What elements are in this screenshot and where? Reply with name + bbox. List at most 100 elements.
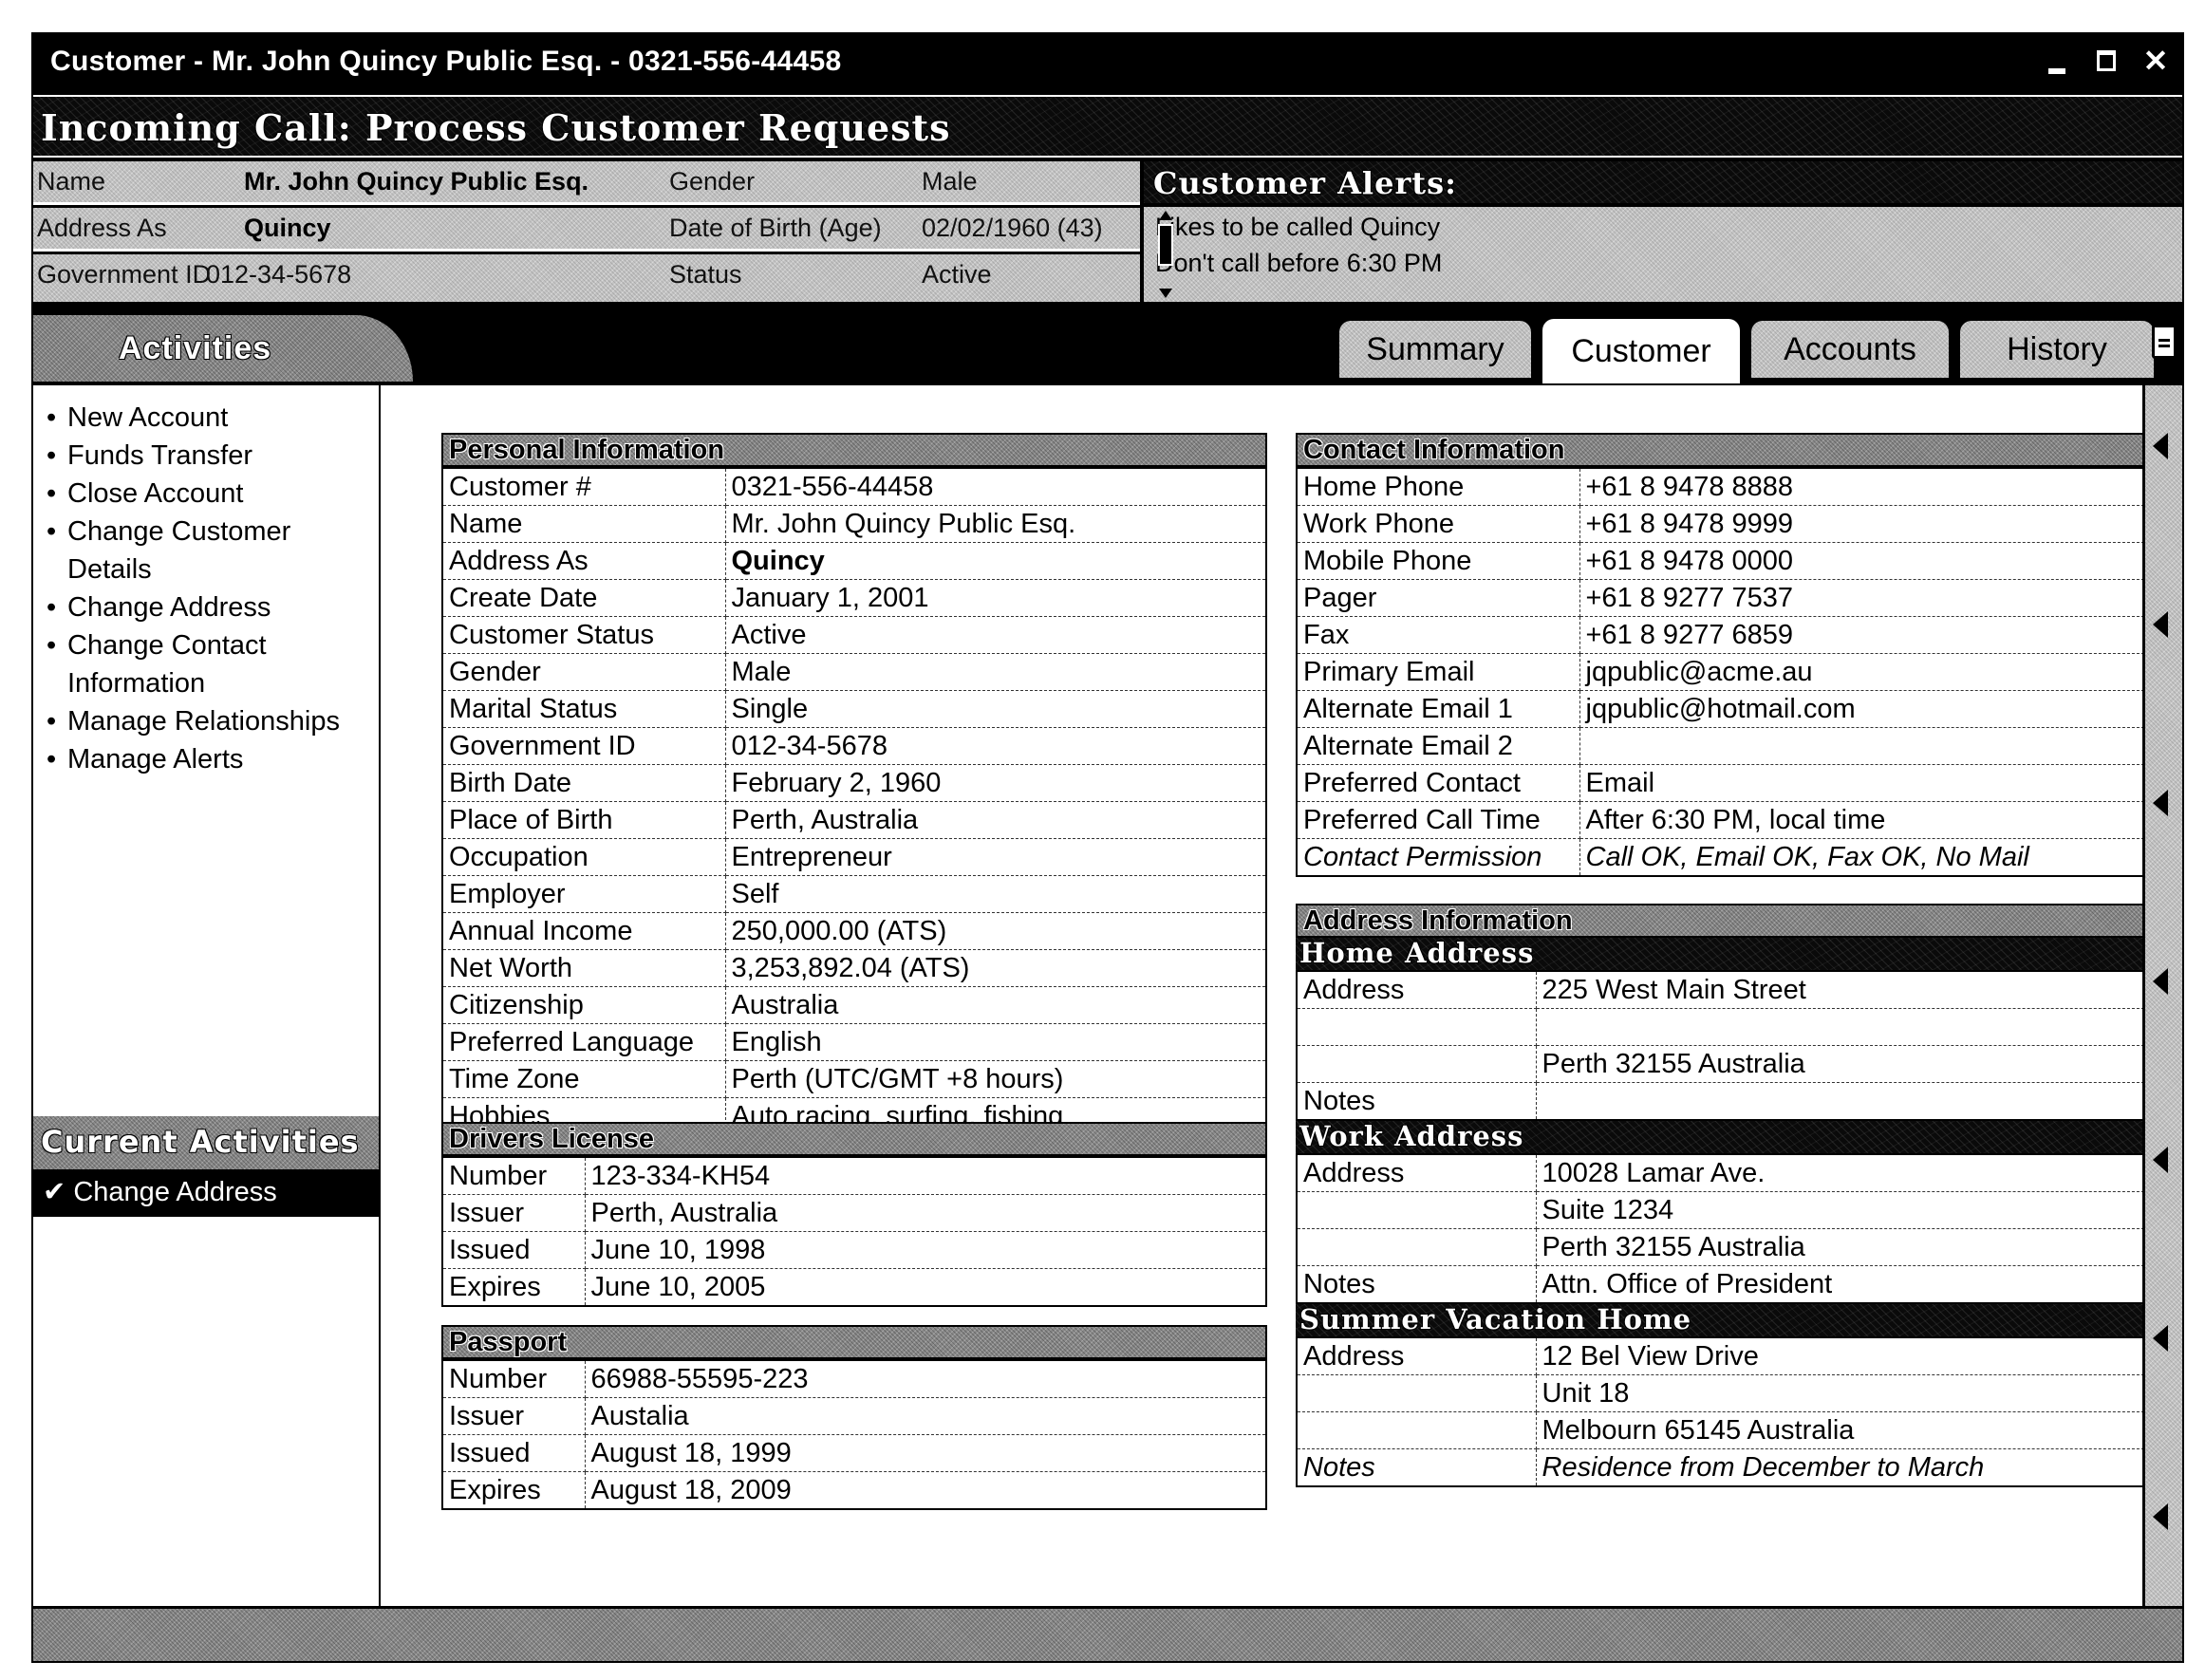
subsection-title: Home Address <box>1299 937 1535 969</box>
field-value: jqpublic@acme.au <box>1579 653 2156 691</box>
field-value: 12 Bel View Drive <box>1535 1336 2156 1375</box>
field-value: Entrepreneur <box>724 838 1267 876</box>
current-activity-item[interactable]: ✔ Change Address <box>43 1175 277 1208</box>
field-label: Notes <box>1296 1265 1537 1304</box>
tab-accounts[interactable]: Accounts <box>1749 319 1951 378</box>
field-label <box>1296 1228 1537 1266</box>
collapse-arrow-icon[interactable] <box>2153 790 2168 816</box>
document-icon[interactable] <box>2152 325 2177 359</box>
activity-change-customer-details[interactable]: Change Customer Details <box>43 513 324 588</box>
field-value: Perth, Australia <box>724 801 1267 839</box>
personal-information-section: Personal Information Customer #0321-556-… <box>441 433 1267 1136</box>
table-row: Preferred Call Time After 6:30 PM, local … <box>1296 801 2156 839</box>
collapse-arrow-icon[interactable] <box>2153 611 2168 638</box>
section-header: Passport <box>441 1325 1267 1359</box>
alerts-title: Customer Alerts: <box>1153 165 1457 201</box>
table-row: Perth 32155 Australia <box>1296 1228 2156 1266</box>
collapse-arrow-icon[interactable] <box>2153 1147 2168 1173</box>
field-label: Address <box>1296 1153 1537 1192</box>
table-row: Annual Income 250,000.00 (ATS) <box>441 912 1267 950</box>
collapse-arrow-icon[interactable] <box>2153 1325 2168 1352</box>
table-row: Address 12 Bel View Drive <box>1296 1336 2156 1375</box>
activity-manage-relationships[interactable]: Manage Relationships <box>43 702 340 740</box>
activity-change-contact-information[interactable]: Change Contact Information <box>43 626 305 702</box>
scroll-thumb[interactable] <box>1158 224 1173 266</box>
field-label: Primary Email <box>1296 653 1580 691</box>
field-label: Issuer <box>441 1397 586 1435</box>
table-row: Work Phone +61 8 9478 9999 <box>1296 505 2156 543</box>
field-label: Home Phone <box>1296 467 1580 506</box>
field-label: Number <box>441 1156 586 1195</box>
summary-row: Address As Quincy Date of Birth (Age) 02… <box>33 208 1140 252</box>
field-label: Citizenship <box>441 986 726 1024</box>
field-value: Suite 1234 <box>1535 1191 2156 1229</box>
summary-value: Mr. John Quincy Public Esq. <box>244 167 589 196</box>
table-row: Notes Residence from December to March <box>1296 1448 2156 1487</box>
field-value <box>1579 727 2156 765</box>
tab-label: History <box>2007 330 2107 367</box>
customer-alerts-panel: Customer Alerts: Likes to be called Quin… <box>1144 161 2182 302</box>
current-activities-header[interactable]: Current Activities >> <box>33 1116 379 1196</box>
field-label: Notes <box>1296 1082 1537 1121</box>
collapse-arrow-icon[interactable] <box>2153 433 2168 459</box>
table-row: Government ID 012-34-5678 <box>441 727 1267 765</box>
table-row: Place of Birth Perth, Australia <box>441 801 1267 839</box>
field-value: Unit 18 <box>1535 1374 2156 1412</box>
field-value: August 18, 1999 <box>584 1434 1267 1472</box>
activity-manage-alerts[interactable]: Manage Alerts <box>43 740 340 778</box>
section-header: Drivers License <box>441 1122 1267 1156</box>
field-label: Employer <box>441 875 726 913</box>
minimize-button[interactable] <box>2040 42 2074 80</box>
customer-window: Customer - Mr. John Quincy Public Esq. -… <box>31 32 2184 1663</box>
tab-summary[interactable]: Summary <box>1337 319 1533 378</box>
activity-close-account[interactable]: Close Account <box>43 475 340 513</box>
activity-change-address[interactable]: Change Address <box>43 588 340 626</box>
tab-label: Summary <box>1366 330 1504 367</box>
field-label: Place of Birth <box>441 801 726 839</box>
drivers-license-section: Drivers License Number 123-334-KH54 Issuer… <box>441 1122 1267 1307</box>
summary-label: Address As <box>37 214 167 242</box>
work-address-table: Address 10028 Lamar Ave. Suite 1234 Perth 3… <box>1296 1153 2156 1304</box>
section-title: Passport <box>449 1327 568 1357</box>
field-value: Australia <box>724 986 1267 1024</box>
alerts-scrollbar[interactable] <box>1155 211 1176 298</box>
field-label: Preferred Call Time <box>1296 801 1580 839</box>
collapse-handle-strip <box>2142 385 2182 1606</box>
table-row: Issued June 10, 1998 <box>441 1231 1267 1269</box>
table-row: Issued August 18, 1999 <box>441 1434 1267 1472</box>
table-row: Notes <box>1296 1082 2156 1121</box>
field-value: Single <box>724 690 1267 728</box>
summary-label: Name <box>37 167 106 196</box>
field-value: 250,000.00 (ATS) <box>724 912 1267 950</box>
window-title: Customer - Mr. John Quincy Public Esq. -… <box>50 46 842 77</box>
table-row: Number 123-334-KH54 <box>441 1156 1267 1195</box>
activity-funds-transfer[interactable]: Funds Transfer <box>43 437 340 475</box>
activity-new-account[interactable]: New Account <box>43 399 340 437</box>
field-label: Work Phone <box>1296 505 1580 543</box>
activities-panel-tab[interactable]: Activities <box>33 315 413 382</box>
table-row: Net Worth 3,253,892.04 (ATS) <box>441 949 1267 987</box>
summary-label: Status <box>669 260 742 289</box>
field-label: Time Zone <box>441 1060 726 1098</box>
passport-section: Passport Number 66988-55595-223 Issuer Aust… <box>441 1325 1267 1510</box>
collapse-arrow-icon[interactable] <box>2153 968 2168 995</box>
field-label: Annual Income <box>441 912 726 950</box>
section-title: Personal Information <box>449 435 725 465</box>
table-row: Address 10028 Lamar Ave. <box>1296 1153 2156 1192</box>
field-value: Call OK, Email OK, Fax OK, No Mail <box>1579 838 2156 877</box>
scroll-down-icon[interactable] <box>1159 289 1172 298</box>
table-row: Expires June 10, 2005 <box>441 1268 1267 1307</box>
collapse-arrow-icon[interactable] <box>2153 1503 2168 1530</box>
summary-value: Active <box>922 260 992 289</box>
table-row: Customer Status Active <box>441 616 1267 654</box>
field-value: Perth (UTC/GMT +8 hours) <box>724 1060 1267 1098</box>
scroll-up-icon[interactable] <box>1159 211 1172 220</box>
field-value: Quincy <box>724 542 1267 580</box>
maximize-button[interactable] <box>2089 42 2123 80</box>
field-label: Preferred Language <box>441 1023 726 1061</box>
summary-value: 012-34-5678 <box>206 260 352 289</box>
activities-list: New Account Funds Transfer Close Account… <box>43 399 340 778</box>
close-button[interactable]: ✕ <box>2139 42 2173 80</box>
tab-history[interactable]: History <box>1958 319 2156 378</box>
tab-customer[interactable]: Customer <box>1541 317 1742 383</box>
